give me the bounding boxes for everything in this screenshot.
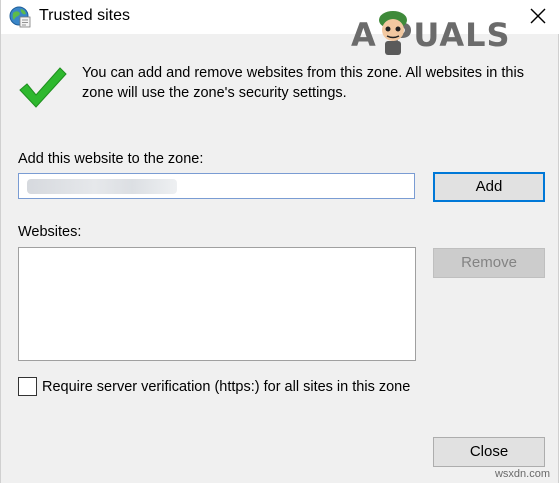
- checkmark-icon: [19, 67, 67, 108]
- websites-label: Websites:: [18, 224, 82, 240]
- credit-text: wsxdn.com: [494, 468, 550, 480]
- mascot-icon: [379, 11, 407, 55]
- websites-list[interactable]: [18, 247, 416, 361]
- zone-info-text: You can add and remove websites from thi…: [82, 65, 524, 101]
- close-button[interactable]: Close: [433, 437, 545, 467]
- window-title: Trusted sites: [39, 7, 130, 24]
- add-website-label: Add this website to the zone:: [18, 151, 204, 167]
- require-https-label[interactable]: Require server verification (https:) for…: [42, 378, 410, 396]
- website-input[interactable]: [18, 173, 415, 199]
- require-https-checkbox[interactable]: [18, 377, 37, 396]
- globe-icon: [9, 6, 31, 28]
- blurred-url-text: [27, 179, 177, 194]
- watermark-logo: A PUALS: [351, 2, 556, 62]
- remove-button[interactable]: Remove: [433, 248, 545, 278]
- add-button[interactable]: Add: [433, 172, 545, 202]
- trusted-sites-dialog: Trusted sites A PUALS You can add and re…: [0, 0, 559, 483]
